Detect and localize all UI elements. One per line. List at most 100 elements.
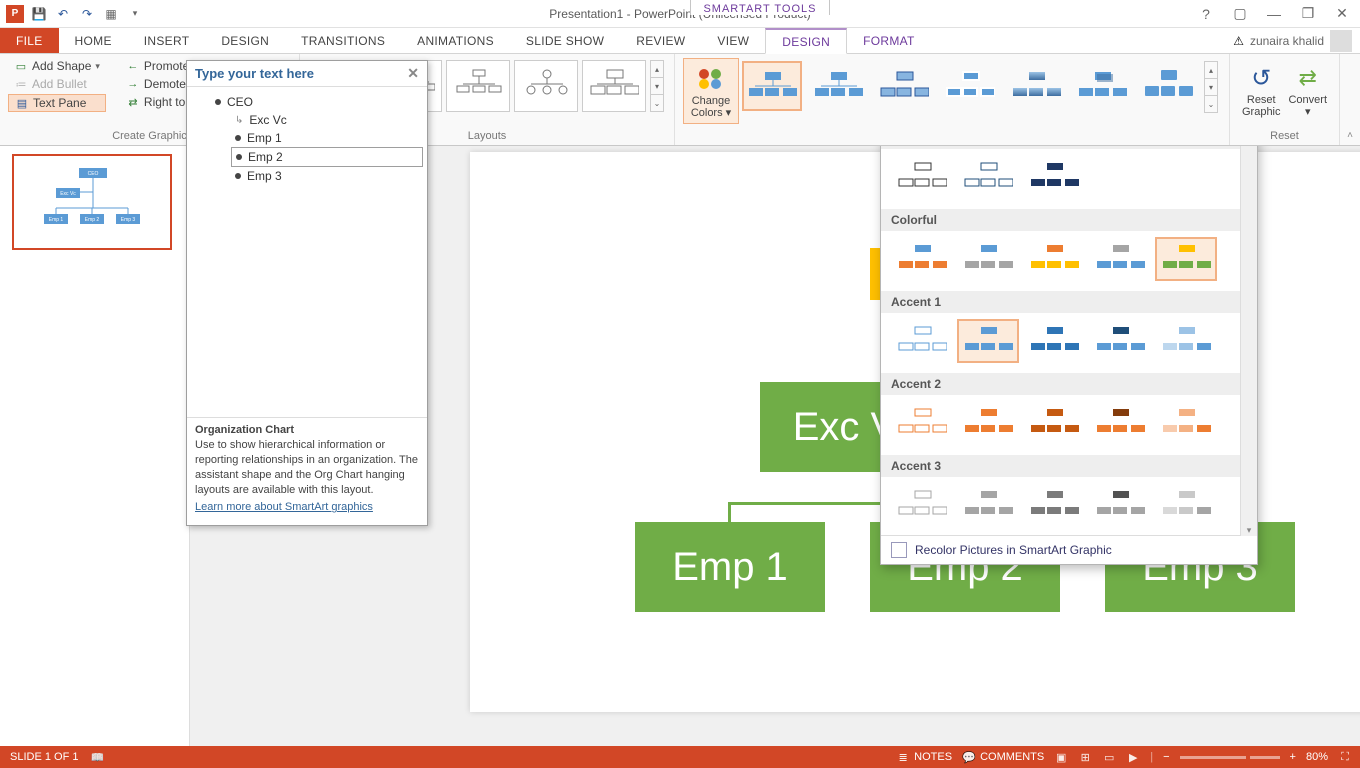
- gallery-more-icon: ⌄: [651, 95, 663, 111]
- zoom-slider[interactable]: [1180, 756, 1280, 759]
- color-option[interactable]: [1155, 483, 1217, 527]
- qat-more-icon[interactable]: ▾: [124, 3, 146, 25]
- reset-graphic-button[interactable]: ↺Reset Graphic: [1238, 58, 1285, 122]
- layout-option-3[interactable]: [446, 60, 510, 112]
- collapse-ribbon-icon[interactable]: ˄: [1340, 54, 1360, 145]
- svg-text:Emp 1: Emp 1: [49, 217, 64, 223]
- change-colors-button[interactable]: Change Colors ▾: [683, 58, 739, 124]
- minimize-icon[interactable]: —: [1262, 4, 1286, 24]
- color-option[interactable]: [891, 237, 953, 281]
- notes-button[interactable]: ≣NOTES: [896, 750, 952, 764]
- color-option[interactable]: [957, 483, 1019, 527]
- color-option[interactable]: [1089, 401, 1151, 445]
- layout-option-5[interactable]: [582, 60, 646, 112]
- color-option[interactable]: [1089, 319, 1151, 363]
- spellcheck-icon[interactable]: 📖: [90, 750, 104, 764]
- style-option-6[interactable]: [1072, 61, 1132, 111]
- tab-animations[interactable]: ANIMATIONS: [401, 28, 510, 53]
- color-option[interactable]: [891, 155, 953, 199]
- text-pane-footer: Organization Chart Use to show hierarchi…: [187, 417, 427, 519]
- zoom-level[interactable]: 80%: [1306, 751, 1328, 763]
- style-option-3[interactable]: [874, 61, 934, 111]
- tab-smartart-format[interactable]: FORMAT: [847, 28, 931, 53]
- text-pane-close-icon[interactable]: ✕: [407, 65, 419, 82]
- gallery-down-icon: ▾: [651, 78, 663, 95]
- tab-slideshow[interactable]: SLIDE SHOW: [510, 28, 620, 53]
- color-option[interactable]: [1089, 237, 1151, 281]
- style-gallery-scroll[interactable]: ▴▾⌄: [1204, 61, 1218, 113]
- color-option[interactable]: [957, 155, 1019, 199]
- tab-insert[interactable]: INSERT: [128, 28, 206, 53]
- group-label: Reset: [1238, 128, 1331, 145]
- save-icon[interactable]: 💾: [28, 3, 50, 25]
- slide-indicator[interactable]: SLIDE 1 OF 1: [10, 751, 78, 763]
- convert-button[interactable]: ⇄Convert▾: [1285, 58, 1332, 122]
- slide-thumbnail-1[interactable]: CEOExc VcEmp 1Emp 2Emp 3: [12, 154, 172, 250]
- tab-review[interactable]: REVIEW: [620, 28, 701, 53]
- color-option[interactable]: [1023, 155, 1085, 199]
- user-name[interactable]: zunaira khalid: [1250, 34, 1324, 48]
- ribbon-options-icon[interactable]: ▢: [1228, 4, 1252, 24]
- text-pane-item[interactable]: Emp 1: [231, 129, 423, 147]
- color-option[interactable]: [1023, 319, 1085, 363]
- text-pane-item[interactable]: Emp 3: [231, 167, 423, 185]
- color-option[interactable]: [1023, 237, 1085, 281]
- color-option[interactable]: [1155, 401, 1217, 445]
- org-box-emp1[interactable]: Emp 1: [635, 522, 825, 612]
- style-option-7[interactable]: [1138, 61, 1198, 111]
- start-slideshow-icon[interactable]: ▦: [100, 3, 122, 25]
- text-pane-item-selected[interactable]: Emp 2: [231, 147, 423, 167]
- menu-scrollbar[interactable]: ▴▾: [1240, 146, 1257, 536]
- sorter-view-icon[interactable]: ⊞: [1078, 750, 1092, 764]
- normal-view-icon[interactable]: ▣: [1054, 750, 1068, 764]
- color-option-selected[interactable]: [957, 319, 1019, 363]
- color-option[interactable]: [957, 401, 1019, 445]
- style-option-4[interactable]: [940, 61, 1000, 111]
- status-bar: SLIDE 1 OF 1 📖 ≣NOTES 💬COMMENTS ▣ ⊞ ▭ ▶ …: [0, 746, 1360, 768]
- tab-home[interactable]: HOME: [59, 28, 128, 53]
- text-pane-item[interactable]: ↳Exc Vc: [231, 111, 423, 129]
- color-section-accent3: Accent 3: [881, 455, 1257, 477]
- recolor-pictures-button[interactable]: Recolor Pictures in SmartArt Graphic: [881, 535, 1257, 564]
- tab-transitions[interactable]: TRANSITIONS: [285, 28, 401, 53]
- text-pane-body[interactable]: CEO ↳Exc Vc Emp 1 Emp 2 Emp 3: [187, 87, 427, 417]
- style-option-5[interactable]: [1006, 61, 1066, 111]
- zoom-out-icon[interactable]: −: [1163, 751, 1169, 763]
- reading-view-icon[interactable]: ▭: [1102, 750, 1116, 764]
- color-option[interactable]: [891, 401, 953, 445]
- layout-gallery-scroll[interactable]: ▴▾⌄: [650, 60, 664, 112]
- tab-smartart-design[interactable]: DESIGN: [765, 28, 847, 54]
- undo-icon[interactable]: ↶: [52, 3, 74, 25]
- zoom-in-icon[interactable]: +: [1290, 751, 1296, 763]
- text-pane-title: Type your text here: [195, 66, 314, 81]
- color-option[interactable]: [1023, 483, 1085, 527]
- slideshow-view-icon[interactable]: ▶: [1126, 750, 1140, 764]
- tab-view[interactable]: VIEW: [701, 28, 765, 53]
- redo-icon[interactable]: ↷: [76, 3, 98, 25]
- color-option[interactable]: [1089, 483, 1151, 527]
- color-option[interactable]: [891, 483, 953, 527]
- avatar[interactable]: [1330, 30, 1352, 52]
- learn-more-link[interactable]: Learn more about SmartArt graphics: [195, 501, 373, 513]
- tab-design[interactable]: DESIGN: [205, 28, 285, 53]
- color-option[interactable]: [1023, 401, 1085, 445]
- style-option-2[interactable]: [808, 61, 868, 111]
- restore-icon[interactable]: ❐: [1296, 4, 1320, 24]
- text-pane-item[interactable]: CEO: [211, 93, 423, 111]
- comments-button[interactable]: 💬COMMENTS: [962, 750, 1044, 764]
- app-icon[interactable]: P: [4, 3, 26, 25]
- tab-file[interactable]: FILE: [0, 28, 59, 53]
- text-pane-button[interactable]: ▤Text Pane: [8, 94, 106, 112]
- layout-option-4[interactable]: [514, 60, 578, 112]
- add-shape-button[interactable]: ▭Add Shape▾: [8, 58, 106, 74]
- fit-window-icon[interactable]: ⛶: [1338, 750, 1352, 764]
- color-option[interactable]: [891, 319, 953, 363]
- color-option[interactable]: [957, 237, 1019, 281]
- color-option[interactable]: [1155, 319, 1217, 363]
- help-icon[interactable]: ?: [1194, 4, 1218, 24]
- style-option-1[interactable]: [742, 61, 802, 111]
- color-option-hovered[interactable]: [1155, 237, 1217, 281]
- org-connector: [728, 502, 731, 524]
- recolor-icon: [891, 542, 907, 558]
- close-icon[interactable]: ✕: [1330, 4, 1354, 24]
